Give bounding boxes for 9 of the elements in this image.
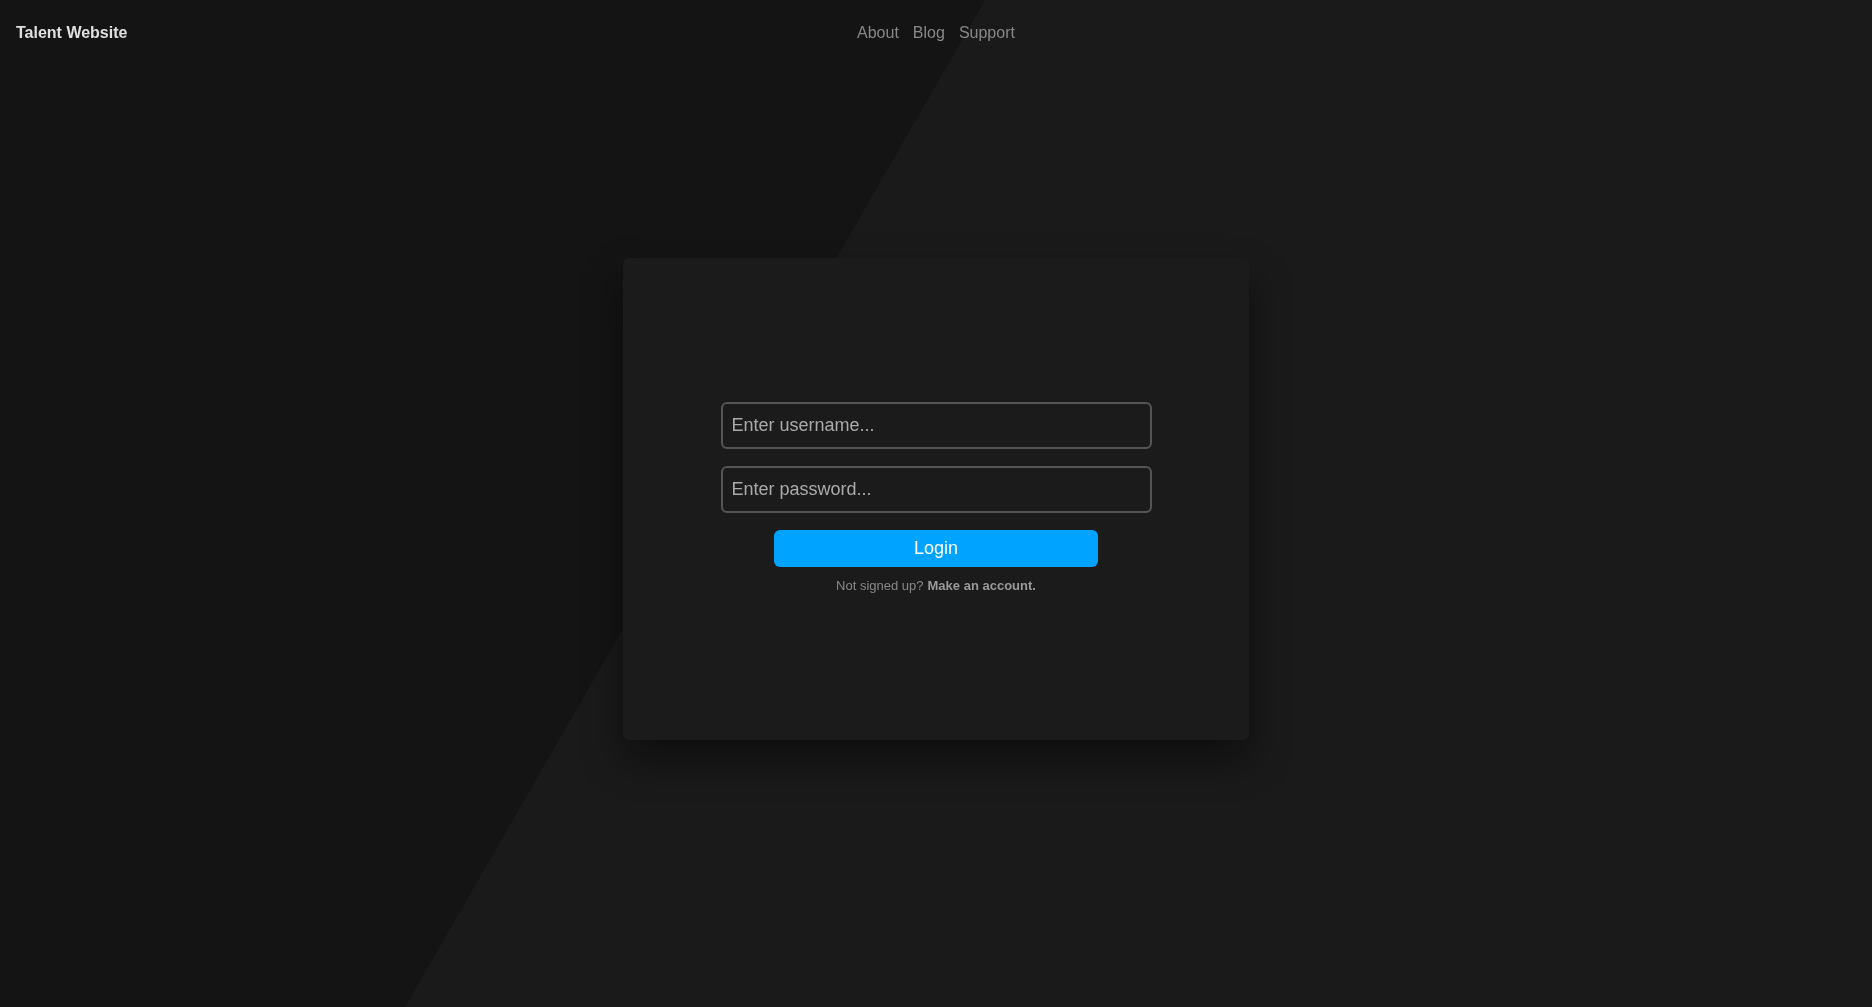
login-button[interactable]: Login <box>774 530 1098 567</box>
nav-link[interactable]: Support <box>958 21 1015 45</box>
signup-link[interactable]: Make an account. <box>927 576 1036 596</box>
nav-link[interactable]: About <box>857 21 899 45</box>
signup-prompt: Not signed up? <box>836 577 924 595</box>
nav-link[interactable]: Blog <box>912 21 945 45</box>
password-field[interactable]: Enter password... <box>720 466 1152 513</box>
username-field[interactable]: Enter username... <box>720 402 1152 449</box>
site-title: Talent Website <box>16 23 128 43</box>
